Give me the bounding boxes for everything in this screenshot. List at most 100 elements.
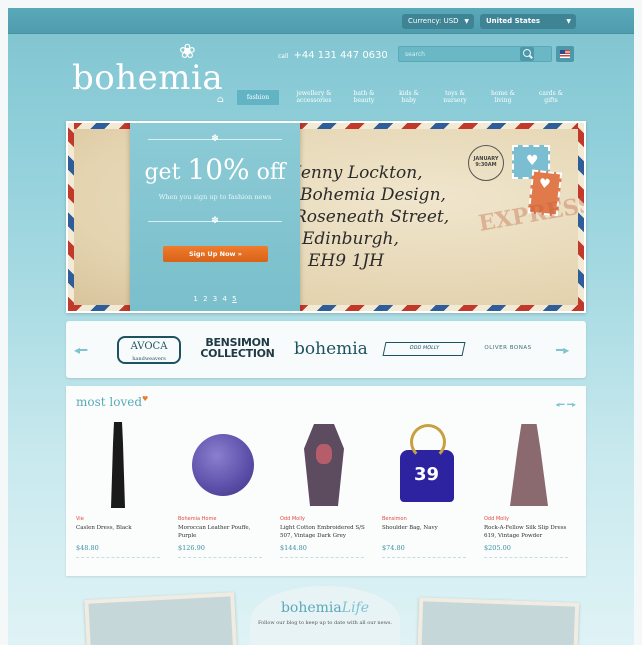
section-title-text: most loved xyxy=(76,395,143,409)
product-brand[interactable]: Bensimon xyxy=(382,516,472,522)
blog-logo: bohemiaLife xyxy=(250,600,400,616)
country-select[interactable]: United States ▼ xyxy=(480,14,576,29)
most-loved-section: most loved♥ ◂━ ━▸ Vie Caslen Dress, Blac… xyxy=(66,386,586,576)
product-card[interactable]: Bensimon Shoulder Bag, Navy $74.80 xyxy=(382,420,472,558)
address-line-1: Jenny Lockton, xyxy=(294,163,423,183)
page-5[interactable]: 5 xyxy=(232,295,236,303)
offer-value: 10% xyxy=(187,153,250,186)
carousel-arrows[interactable]: ◂━ ━▸ xyxy=(556,400,576,409)
nav-item-cards[interactable]: cards & gifts xyxy=(534,90,568,104)
phone-value: +44 131 447 0630 xyxy=(293,50,388,61)
blog-logo-script: Life xyxy=(341,600,370,616)
product-card[interactable]: Odd Molly Light Cotton Embroidered S/S 5… xyxy=(280,420,370,558)
divider xyxy=(382,557,466,558)
pouffe-image xyxy=(192,434,254,496)
main-nav: ⌂ fashion jewellery & accessories bath &… xyxy=(8,90,634,116)
country-label: United States xyxy=(486,17,540,25)
brand-carousel: ◂━ AVOCA handweavers BENSIMON COLLECTION… xyxy=(66,321,586,378)
address-line-3: Roseneath Street, xyxy=(294,207,450,227)
offer-heading: get 10% off xyxy=(130,153,300,186)
chevron-down-icon: ▼ xyxy=(464,18,469,25)
divider xyxy=(178,557,262,558)
product-image[interactable] xyxy=(382,420,472,512)
airmail-border-left xyxy=(68,123,74,311)
page-4[interactable]: 4 xyxy=(222,295,226,303)
divider xyxy=(76,557,160,558)
product-image[interactable] xyxy=(76,420,166,512)
slide-pager: 1 2 3 4 5 xyxy=(130,295,300,303)
divider xyxy=(280,557,364,558)
arrow-right-icon[interactable]: ━▸ xyxy=(556,343,569,357)
product-price: $74.80 xyxy=(382,544,405,552)
offer-subtitle: When you sign up to fashion news xyxy=(158,193,272,201)
page-2[interactable]: 2 xyxy=(203,295,207,303)
nav-item-bath[interactable]: bath & beauty xyxy=(348,90,380,104)
product-brand[interactable]: Odd Molly xyxy=(280,516,370,522)
page: Currency: USD ▼ United States ▼ ❀ bohemi… xyxy=(8,8,634,645)
product-name[interactable]: Caslen Dress, Black xyxy=(76,524,166,542)
flower-icon: ✽ xyxy=(211,216,219,226)
product-name[interactable]: Rock-A-Fellow Silk Slip Dress 619, Vinta… xyxy=(484,524,574,542)
nav-item-toys[interactable]: toys & nursery xyxy=(438,90,472,104)
heart-icon: ♥ xyxy=(142,395,149,403)
product-image[interactable] xyxy=(178,420,268,512)
product-price: $205.00 xyxy=(484,544,511,552)
address-line-2: Bohemia Design, xyxy=(300,185,446,205)
section-title: most loved♥ xyxy=(76,395,148,409)
product-name[interactable]: Shoulder Bag, Navy xyxy=(382,524,472,542)
brand-bohemia[interactable]: bohemia xyxy=(294,339,368,359)
nav-item-kids[interactable]: kids & baby xyxy=(394,90,424,104)
phone-number: call +44 131 447 0630 xyxy=(278,50,388,61)
bag-image xyxy=(400,424,454,502)
page-3[interactable]: 3 xyxy=(213,295,217,303)
blog-card[interactable]: bohemiaLife Follow our blog to keep up t… xyxy=(250,586,400,645)
brand-oliver-bonas[interactable]: OLIVER BONAS xyxy=(468,345,548,351)
brand-bensimon[interactable]: BENSIMON COLLECTION xyxy=(200,337,275,359)
top-image xyxy=(304,424,344,506)
product-brand[interactable]: Odd Molly xyxy=(484,516,574,522)
divider xyxy=(484,557,568,558)
chevron-down-icon: ▼ xyxy=(566,18,571,25)
page-1[interactable]: 1 xyxy=(193,295,197,303)
product-name[interactable]: Moroccan Leather Pouffe, Purple xyxy=(178,524,268,542)
currency-label: Currency: USD xyxy=(408,17,459,25)
offer-prefix: get xyxy=(144,160,181,185)
blog-photo-right[interactable] xyxy=(416,597,580,645)
blog-section: bohemiaLife Follow our blog to keep up t… xyxy=(66,580,586,645)
product-price: $144.80 xyxy=(280,544,307,552)
flag-icon[interactable] xyxy=(556,46,574,62)
product-price: $126.90 xyxy=(178,544,205,552)
brand-avoca[interactable]: AVOCA handweavers xyxy=(117,336,181,364)
brand-avoca-name: AVOCA xyxy=(130,341,168,352)
hero-banner[interactable]: Jenny Lockton, Bohemia Design, Roseneath… xyxy=(66,121,586,313)
blog-logo-main: bohemia xyxy=(280,600,342,616)
promo-panel: ✽ get 10% off When you sign up to fashio… xyxy=(130,123,300,311)
search-icon[interactable] xyxy=(520,47,534,61)
address-line-5: EH9 1JH xyxy=(308,251,384,271)
home-icon[interactable]: ⌂ xyxy=(217,95,227,105)
product-brand[interactable]: Bohemia Home xyxy=(178,516,268,522)
slip-dress-image xyxy=(510,424,548,506)
flower-icon: ✽ xyxy=(211,134,219,144)
product-image[interactable] xyxy=(484,420,574,512)
nav-item-home[interactable]: home & living xyxy=(486,90,520,104)
product-card[interactable]: Odd Molly Rock-A-Fellow Silk Slip Dress … xyxy=(484,420,574,558)
product-price: $48.80 xyxy=(76,544,99,552)
product-card[interactable]: Bohemia Home Moroccan Leather Pouffe, Pu… xyxy=(178,420,268,558)
brand-odd-molly[interactable]: ODD MOLLY xyxy=(382,342,466,356)
phone-prefix: call xyxy=(278,53,289,60)
sign-up-button[interactable]: Sign Up Now » xyxy=(163,246,268,262)
top-bar: Currency: USD ▼ United States ▼ xyxy=(8,8,634,34)
currency-select[interactable]: Currency: USD ▼ xyxy=(402,14,474,29)
dress-image xyxy=(111,422,125,508)
address-line-4: Edinburgh, xyxy=(302,229,399,249)
arrow-left-icon[interactable]: ◂━ xyxy=(74,343,87,357)
product-image[interactable] xyxy=(280,420,370,512)
product-brand[interactable]: Vie xyxy=(76,516,166,522)
product-name[interactable]: Light Cotton Embroidered S/S 507, Vintag… xyxy=(280,524,370,542)
nav-item-jewellery[interactable]: jewellery & accessories xyxy=(290,90,338,104)
offer-suffix: off xyxy=(256,160,286,185)
product-card[interactable]: Vie Caslen Dress, Black $48.80 xyxy=(76,420,166,558)
nav-item-fashion[interactable]: fashion xyxy=(237,90,279,105)
blog-photo-left[interactable] xyxy=(84,592,238,645)
